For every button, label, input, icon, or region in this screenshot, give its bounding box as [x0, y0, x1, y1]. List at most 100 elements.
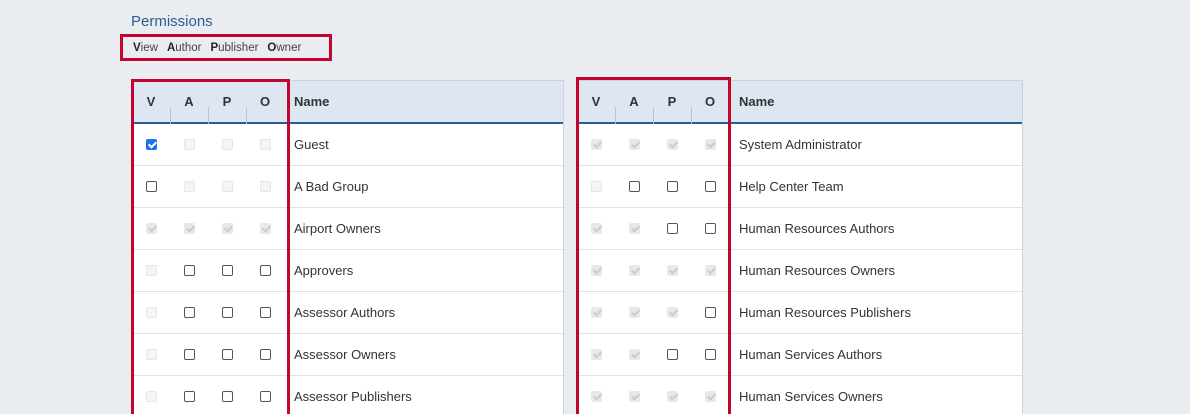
author-checkbox[interactable]	[183, 349, 195, 360]
view-cell	[132, 391, 170, 402]
table-row: Human Services Owners	[577, 376, 1022, 414]
author-cell	[615, 307, 653, 318]
group-name: Help Center Team	[739, 179, 844, 194]
owner-cell	[691, 391, 729, 402]
group-name: Assessor Authors	[294, 305, 396, 320]
publisher-checkbox	[221, 139, 233, 150]
publisher-checkbox	[666, 139, 678, 150]
header-publisher: P	[208, 94, 246, 124]
header-view: V	[146, 94, 156, 109]
view-cell	[132, 139, 170, 150]
view-checkbox	[590, 139, 602, 150]
group-name: Human Resources Owners	[739, 263, 896, 278]
publisher-checkbox[interactable]	[221, 307, 233, 318]
publisher-checkbox[interactable]	[221, 391, 233, 402]
publisher-cell	[653, 307, 691, 318]
table-row: A Bad Group	[132, 166, 563, 208]
table-row: Assessor Authors	[132, 292, 563, 334]
publisher-checkbox[interactable]	[666, 223, 678, 234]
owner-checkbox[interactable]	[704, 349, 716, 360]
owner-cell	[691, 307, 729, 318]
author-checkbox	[183, 223, 195, 234]
permissions-legend: View Author Publisher Owner	[120, 34, 332, 61]
author-checkbox[interactable]	[183, 307, 195, 318]
author-checkbox[interactable]	[183, 265, 195, 276]
owner-cell	[246, 223, 284, 234]
author-cell	[170, 391, 208, 402]
view-cell	[577, 307, 615, 318]
publisher-checkbox[interactable]	[666, 181, 678, 192]
owner-checkbox[interactable]	[259, 265, 271, 276]
author-checkbox[interactable]	[183, 391, 195, 402]
publisher-checkbox	[221, 181, 233, 192]
table-row: Airport Owners	[132, 208, 563, 250]
publisher-cell	[653, 265, 691, 276]
publisher-checkbox	[666, 391, 678, 402]
view-checkbox	[145, 391, 157, 402]
author-checkbox	[628, 349, 640, 360]
owner-cell	[691, 349, 729, 360]
owner-cell	[246, 181, 284, 192]
view-checkbox	[145, 307, 157, 318]
table-row: System Administrator	[577, 124, 1022, 166]
owner-cell	[691, 223, 729, 234]
author-cell	[170, 349, 208, 360]
owner-checkbox[interactable]	[704, 181, 716, 192]
group-name: Human Resources Authors	[739, 221, 895, 236]
owner-checkbox[interactable]	[259, 307, 271, 318]
group-name: Assessor Publishers	[294, 389, 412, 404]
owner-checkbox	[259, 181, 271, 192]
author-checkbox	[628, 265, 640, 276]
owner-cell	[691, 181, 729, 192]
publisher-checkbox	[221, 223, 233, 234]
author-cell	[170, 307, 208, 318]
publisher-checkbox[interactable]	[221, 349, 233, 360]
view-checkbox	[590, 223, 602, 234]
owner-cell	[246, 391, 284, 402]
author-checkbox[interactable]	[628, 181, 640, 192]
view-checkbox[interactable]	[145, 139, 157, 150]
view-checkbox	[590, 181, 602, 192]
publisher-checkbox	[666, 265, 678, 276]
publisher-cell	[653, 349, 691, 360]
author-checkbox	[628, 307, 640, 318]
publisher-checkbox[interactable]	[666, 349, 678, 360]
legend-owner: Owner	[267, 41, 302, 54]
permissions-table-right: V A P O Name System Administrator Help Ce…	[576, 80, 1023, 414]
view-checkbox	[145, 265, 157, 276]
table-row: Human Resources Publishers	[577, 292, 1022, 334]
view-checkbox	[590, 307, 602, 318]
owner-checkbox[interactable]	[704, 307, 716, 318]
owner-cell	[246, 139, 284, 150]
view-cell	[577, 223, 615, 234]
legend-publisher: Publisher	[210, 41, 259, 54]
owner-checkbox[interactable]	[259, 349, 271, 360]
view-cell	[132, 307, 170, 318]
group-name: Approvers	[294, 263, 354, 278]
owner-checkbox[interactable]	[704, 223, 716, 234]
publisher-cell	[208, 181, 246, 192]
view-checkbox	[590, 349, 602, 360]
header-name: Name	[294, 94, 330, 109]
view-cell	[577, 265, 615, 276]
author-cell	[170, 139, 208, 150]
publisher-checkbox[interactable]	[221, 265, 233, 276]
header-owner: O	[246, 94, 284, 124]
author-checkbox	[628, 139, 640, 150]
author-checkbox	[628, 391, 640, 402]
owner-cell	[246, 307, 284, 318]
permissions-table-left: V A P O Name Guest A Bad Group Airport Own…	[131, 80, 564, 414]
group-name: Human Resources Publishers	[739, 305, 911, 320]
table-row: Approvers	[132, 250, 563, 292]
publisher-cell	[653, 139, 691, 150]
view-cell	[577, 391, 615, 402]
view-cell	[577, 349, 615, 360]
owner-checkbox[interactable]	[259, 391, 271, 402]
author-cell	[615, 265, 653, 276]
owner-cell	[246, 349, 284, 360]
group-name: Human Services Owners	[739, 389, 883, 404]
table-header: V A P O Name	[132, 81, 563, 124]
owner-cell	[691, 265, 729, 276]
header-author: A	[170, 94, 208, 124]
view-checkbox[interactable]	[145, 181, 157, 192]
